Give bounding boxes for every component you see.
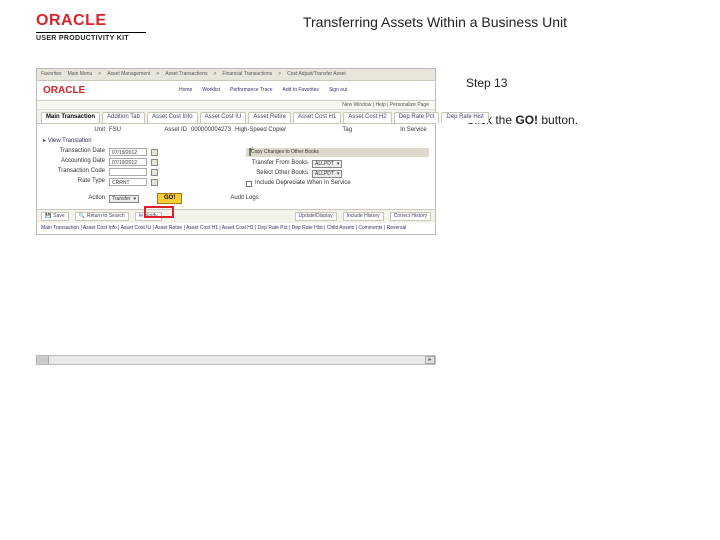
go-button[interactable]: GO! xyxy=(157,193,182,205)
txn-code-label: Transaction Code xyxy=(43,168,105,176)
audit-logs-link[interactable]: Audit Logs xyxy=(230,195,258,203)
nav-signout[interactable]: Sign out xyxy=(329,87,347,94)
lookup-icon[interactable] xyxy=(151,169,158,176)
app-screenshot: Favorites Main Menu > Asset Management >… xyxy=(36,68,436,235)
rate-type-input[interactable]: CRRNT xyxy=(109,178,147,186)
other-books-label: Select Other Books xyxy=(246,170,308,178)
calendar-icon[interactable] xyxy=(151,149,158,156)
update-display-button[interactable]: Update/Display xyxy=(295,212,337,221)
tab-costh2[interactable]: Asset Cost H2 xyxy=(343,112,391,123)
tab-costh1[interactable]: Asset Cost H1 xyxy=(293,112,341,123)
screenshot-pane: Favorites Main Menu > Asset Management >… xyxy=(36,68,436,365)
action-label: Action xyxy=(43,195,105,203)
brand-divider xyxy=(36,32,146,33)
notify-button[interactable]: ✉ Notify xyxy=(135,212,162,221)
view-translation-link[interactable]: ▸ View Translation xyxy=(43,138,429,146)
tab-dephist[interactable]: Dep Rate Hist xyxy=(441,112,488,123)
copy-header: Copy Changes to Other Books xyxy=(246,148,429,157)
brand-block: ORACLE USER PRODUCTIVITY KIT xyxy=(36,12,186,42)
from-books-label: Transfer From Books xyxy=(246,160,308,168)
breadcrumb-item[interactable]: Financial Transactions xyxy=(222,71,272,78)
app-logo: ORACLE xyxy=(37,81,91,100)
breadcrumb: Favorites Main Menu > Asset Management >… xyxy=(37,69,435,81)
asset-id-label: Asset ID xyxy=(125,127,187,135)
page-title: Transferring Assets Within a Business Un… xyxy=(186,12,684,30)
calendar-icon[interactable] xyxy=(151,159,158,166)
status-value: In Service xyxy=(400,127,427,135)
brand-subtitle: USER PRODUCTIVITY KIT xyxy=(36,35,186,42)
txn-code-input[interactable] xyxy=(109,168,147,176)
rate-type-label: Rate Type xyxy=(43,178,105,186)
instruction-text: Click the GO! button. xyxy=(466,111,684,130)
window-links[interactable]: New Window | Help | Personalize Page xyxy=(37,101,435,111)
tab-addition[interactable]: Addition Tab xyxy=(102,112,145,123)
breadcrumb-item[interactable]: Favorites xyxy=(41,71,62,78)
breadcrumb-item[interactable]: Asset Management xyxy=(107,71,150,78)
unit-value: FSU xyxy=(109,127,121,135)
top-nav: Home Worklist Performance Trace Add to F… xyxy=(91,85,435,96)
scroll-thumb[interactable] xyxy=(37,356,49,364)
breadcrumb-item[interactable]: Asset Transactions xyxy=(165,71,207,78)
action-bar: 💾 Save 🔍 Return to Search ✉ Notify Updat… xyxy=(37,209,435,223)
instruction-pane: Step 13 Click the GO! button. xyxy=(466,68,684,365)
acct-date-label: Accounting Date xyxy=(43,158,105,166)
nav-favorites[interactable]: Add to Favorites xyxy=(283,87,319,94)
footer-tab-links[interactable]: Main Transaction | Asset Cost Info | Ass… xyxy=(37,223,435,234)
return-search-button[interactable]: 🔍 Return to Search xyxy=(75,212,129,221)
tab-retire[interactable]: Asset Retire xyxy=(248,112,291,123)
step-label: Step 13 xyxy=(466,74,684,93)
include-dep-checkbox[interactable] xyxy=(246,181,252,187)
tag-label: Tag xyxy=(290,127,352,135)
save-button[interactable]: 💾 Save xyxy=(41,212,69,221)
tab-costinfo[interactable]: Asset Cost Info xyxy=(147,112,198,123)
include-history-button[interactable]: Include History xyxy=(343,212,384,221)
include-dep-label: Include Depreciate When In Service xyxy=(255,180,351,188)
breadcrumb-item[interactable]: Main Menu xyxy=(68,71,93,78)
from-books-select[interactable]: ALLPDT xyxy=(312,160,342,168)
tab-costiu[interactable]: Asset Cost IU xyxy=(200,112,247,123)
acct-date-input[interactable]: 07/19/2012 xyxy=(109,158,147,166)
tab-deprate[interactable]: Dep Rate Pct xyxy=(394,112,440,123)
action-select[interactable]: Transfer xyxy=(109,195,139,203)
nav-trace[interactable]: Performance Trace xyxy=(230,87,273,94)
correct-history-button[interactable]: Correct History xyxy=(390,212,431,221)
scroll-right-icon[interactable]: ▸ xyxy=(425,356,435,364)
nav-worklist[interactable]: Worklist xyxy=(202,87,220,94)
tab-main[interactable]: Main Transaction xyxy=(41,112,100,123)
asset-desc: High-Speed Copier xyxy=(235,127,286,135)
horizontal-scrollbar[interactable]: ◂ ▸ xyxy=(36,355,436,365)
copy-checkbox[interactable] xyxy=(249,148,251,156)
breadcrumb-item[interactable]: Cost Adjust/Transfer Asset xyxy=(287,71,346,78)
asset-id-value: 000000004273 xyxy=(191,127,231,135)
unit-label: Unit xyxy=(43,127,105,135)
txn-date-label: Transaction Date xyxy=(43,148,105,156)
nav-home[interactable]: Home xyxy=(179,87,192,94)
lookup-icon[interactable] xyxy=(151,179,158,186)
txn-date-input[interactable]: 07/19/2012 xyxy=(109,148,147,156)
brand-logo: ORACLE xyxy=(36,12,186,30)
tab-strip: Main Transaction Addition Tab Asset Cost… xyxy=(37,110,435,124)
form-content: Unit FSU Asset ID 000000004273 High-Spee… xyxy=(37,124,435,210)
other-books-select[interactable]: ALLPDT xyxy=(312,170,342,178)
